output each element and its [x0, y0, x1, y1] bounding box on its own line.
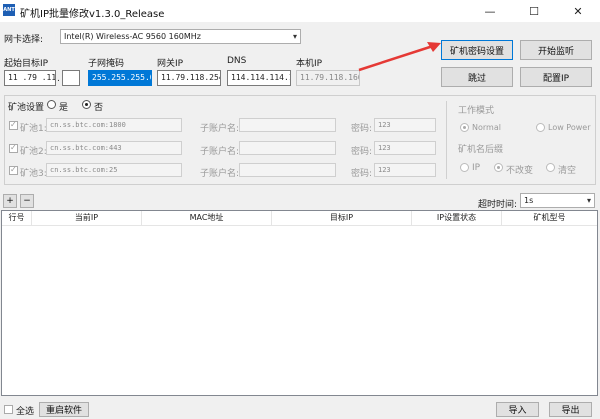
nic-label: 网卡选择:	[4, 35, 44, 45]
table-header: 行号 当前IP MAC地址 目标IP IP设置状态 矿机型号	[2, 211, 597, 226]
mode-normal-label: Normal	[472, 123, 501, 132]
ip-dot: .	[57, 74, 60, 84]
pool3-checkbox[interactable]	[9, 165, 18, 175]
group-divider	[446, 101, 447, 179]
maximize-icon[interactable]: ☐	[512, 0, 556, 22]
nic-select-value: Intel(R) Wireless-AC 9560 160MHz	[64, 32, 201, 41]
pool1-checkbox[interactable]	[9, 120, 18, 130]
column-header[interactable]: 目标IP	[272, 211, 412, 226]
chevron-down-icon: ▾	[292, 32, 297, 41]
pool2-pwd-field[interactable]: 123	[374, 141, 436, 155]
start-ip-label: 起始目标IP	[4, 59, 49, 69]
start-ip-last-octet-field[interactable]	[62, 70, 80, 86]
skip-button[interactable]: 跳过	[441, 67, 513, 87]
work-mode-label: 工作模式	[458, 106, 495, 116]
column-header[interactable]: 行号	[2, 211, 32, 226]
pool3-sub-field[interactable]	[239, 163, 336, 177]
mode-lowpower-label: Low Power	[548, 123, 591, 132]
dns-label: DNS	[227, 56, 247, 66]
suffix-ip-radio[interactable]	[460, 163, 469, 172]
pool-password-button[interactable]: 矿机密码设置	[441, 40, 513, 60]
chevron-down-icon: ▾	[586, 196, 591, 205]
suffix-unchanged-radio[interactable]	[494, 163, 503, 172]
subnet-label: 子网掩码	[88, 59, 125, 69]
pool2-pwd-label: 密码:	[351, 147, 373, 157]
gateway-label: 网关IP	[157, 59, 184, 69]
import-button[interactable]: 导入	[496, 402, 539, 417]
title-bar: ANT 矿机IP批量修改v1.3.0_Release — ☐ ✕	[0, 0, 600, 22]
close-icon[interactable]: ✕	[556, 0, 600, 22]
mode-normal-radio[interactable]	[460, 123, 469, 132]
timeout-label: 超时时间:	[478, 200, 518, 210]
pool-yes-label: 是	[59, 103, 69, 113]
column-header[interactable]: 矿机型号	[502, 211, 597, 226]
suffix-unchanged-label: 不改变	[506, 166, 534, 176]
annotation-arrow-icon	[358, 42, 441, 72]
pool3-label: 矿池3:	[20, 169, 47, 179]
pool-settings-label: 矿池设置	[8, 103, 45, 113]
suffix-label: 矿机名后缀	[458, 145, 504, 155]
pool-no-radio[interactable]	[82, 100, 91, 109]
pool-yes-radio[interactable]	[47, 100, 56, 109]
config-ip-button[interactable]: 配置IP	[520, 67, 592, 87]
column-header[interactable]: IP设置状态	[412, 211, 502, 226]
suffix-clear-radio[interactable]	[546, 163, 555, 172]
pool3-sub-label: 子账户名:	[200, 169, 240, 179]
subnet-field[interactable]: 255.255.255.0	[88, 70, 152, 86]
timeout-select[interactable]: 1s ▾	[520, 193, 595, 208]
pool1-sub-label: 子账户名:	[200, 124, 240, 134]
pool1-url-field[interactable]: cn.ss.btc.com:1800	[46, 118, 182, 132]
pool2-sub-label: 子账户名:	[200, 147, 240, 157]
pool1-pwd-field[interactable]: 123	[374, 118, 436, 132]
dns-field[interactable]: 114.114.114.114	[227, 70, 291, 86]
pool3-pwd-label: 密码:	[351, 169, 373, 179]
local-ip-label: 本机IP	[296, 59, 323, 69]
pool1-label: 矿池1:	[20, 124, 47, 134]
pool-no-label: 否	[94, 103, 104, 113]
suffix-ip-label: IP	[472, 163, 481, 173]
timeout-value: 1s	[524, 196, 534, 205]
pool2-label: 矿池2:	[20, 147, 47, 157]
start-listen-button[interactable]: 开始监听	[520, 40, 592, 60]
select-all-checkbox[interactable]	[4, 405, 13, 414]
pool3-url-field[interactable]: cn.ss.btc.com:25	[46, 163, 182, 177]
pool2-url-field[interactable]: cn.ss.btc.com:443	[46, 141, 182, 155]
gateway-field[interactable]: 11.79.118.254	[157, 70, 221, 86]
app-icon: ANT	[3, 4, 15, 16]
window-title: 矿机IP批量修改v1.3.0_Release	[20, 9, 165, 20]
pool2-checkbox[interactable]	[9, 143, 18, 153]
pool3-pwd-field[interactable]: 123	[374, 163, 436, 177]
column-header[interactable]: MAC地址	[142, 211, 272, 226]
start-ip-field[interactable]: 11 .79 .118	[4, 70, 56, 86]
pool1-sub-field[interactable]	[239, 118, 336, 132]
suffix-clear-label: 清空	[558, 166, 577, 176]
minimize-icon[interactable]: —	[468, 0, 512, 22]
pool1-pwd-label: 密码:	[351, 124, 373, 134]
export-button[interactable]: 导出	[549, 402, 592, 417]
pool2-sub-field[interactable]	[239, 141, 336, 155]
remove-button[interactable]: −	[20, 194, 34, 208]
nic-select[interactable]: Intel(R) Wireless-AC 9560 160MHz ▾	[60, 29, 301, 44]
column-header[interactable]: 当前IP	[32, 211, 142, 226]
mode-lowpower-radio[interactable]	[536, 123, 545, 132]
local-ip-field: 11.79.118.166	[296, 70, 360, 86]
restart-button[interactable]: 重启软件	[39, 402, 89, 417]
add-button[interactable]: +	[3, 194, 17, 208]
select-all-label: 全选	[16, 407, 35, 417]
miner-table[interactable]: 行号 当前IP MAC地址 目标IP IP设置状态 矿机型号	[1, 210, 598, 396]
